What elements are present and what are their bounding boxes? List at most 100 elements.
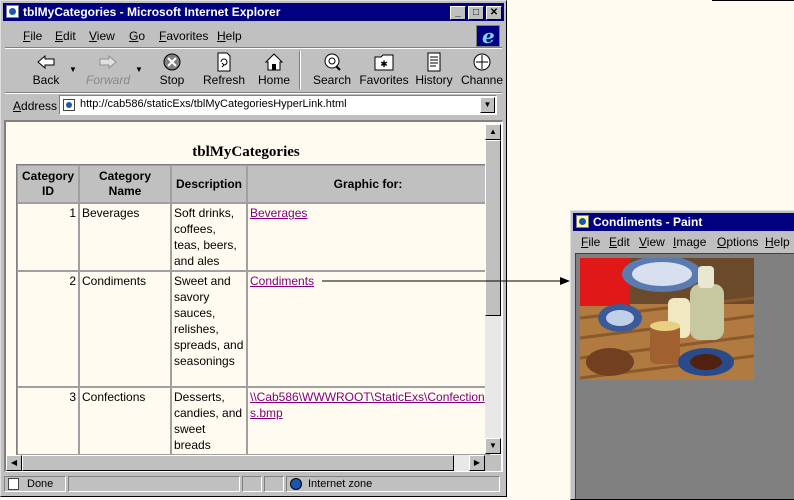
menu-help[interactable]: Help xyxy=(217,29,242,43)
search-button[interactable]: Search xyxy=(309,49,355,91)
maximize-button[interactable]: □ xyxy=(468,6,484,20)
back-arrow-icon xyxy=(36,52,56,72)
ie-logo-icon xyxy=(476,24,500,48)
refresh-button[interactable]: Refresh xyxy=(201,49,247,91)
scroll-down-button[interactable]: ▼ xyxy=(485,438,501,454)
paint-canvas-area xyxy=(575,253,794,499)
menu-file[interactable]: File xyxy=(23,29,42,43)
table-row: 3 Confections Desserts, candies, and swe… xyxy=(17,387,489,455)
vertical-scroll-thumb[interactable] xyxy=(485,140,501,316)
paint-menu-view[interactable]: View xyxy=(639,235,665,249)
horizontal-scroll-thumb[interactable] xyxy=(22,455,454,471)
row-2-graphic-cell: Condiments xyxy=(247,271,489,387)
menu-go[interactable]: Go xyxy=(129,29,145,43)
paint-menu-options[interactable]: Options xyxy=(717,235,758,249)
history-button[interactable]: History xyxy=(411,49,457,91)
channels-label: Channe xyxy=(460,73,504,87)
favorites-button[interactable]: ✱ Favorites xyxy=(359,49,409,91)
row-1-id: 1 xyxy=(17,203,79,271)
paint-title-bar[interactable]: Condiments - Paint xyxy=(573,213,794,231)
column-header-category-name: Category Name xyxy=(79,165,171,203)
row-3-graphic-cell: \\Cab586\WWWROOT\StaticExs\Confections.b… xyxy=(247,387,489,455)
table-header-row: Category ID Category Name Description Gr… xyxy=(17,165,489,203)
forward-button[interactable]: Forward xyxy=(85,49,131,91)
row-1-name: Beverages xyxy=(79,203,171,271)
paint-menu-image[interactable]: Image xyxy=(673,235,706,249)
condiments-link[interactable]: Condiments xyxy=(250,274,314,288)
page-content: tblMyCategories Category ID Category Nam… xyxy=(4,120,503,472)
row-3-description: Desserts, candies, and sweet breads xyxy=(171,387,247,455)
channels-icon xyxy=(472,52,492,72)
back-button[interactable]: Back xyxy=(23,49,69,91)
close-button[interactable]: ✕ xyxy=(486,6,502,20)
menu-edit[interactable]: Edit xyxy=(55,29,76,43)
ie-menu-bar: File Edit View Go Favorites Help xyxy=(3,23,504,47)
scroll-left-button[interactable]: ◀ xyxy=(6,455,22,471)
search-icon xyxy=(322,52,342,72)
history-icon xyxy=(424,52,444,72)
confections-link[interactable]: \\Cab586\WWWROOT\StaticExs\Confections.b… xyxy=(250,390,485,420)
status-panel-small-2 xyxy=(264,476,284,492)
status-progress-panel xyxy=(68,476,240,492)
forward-history-dropdown[interactable]: ▼ xyxy=(135,65,143,74)
zone-text: Internet zone xyxy=(308,478,373,490)
row-3-id: 3 xyxy=(17,387,79,455)
row-3-name: Confections xyxy=(79,387,171,455)
condiments-picture[interactable] xyxy=(580,258,754,380)
row-2-description: Sweet and savory sauces, relishes, sprea… xyxy=(171,271,247,387)
favorites-folder-icon: ✱ xyxy=(374,52,394,72)
status-zone-panel: Internet zone xyxy=(286,476,500,492)
paint-window: Condiments - Paint File Edit View Image … xyxy=(570,210,794,500)
ie-window-icon[interactable] xyxy=(6,5,19,18)
column-header-category-id: Category ID xyxy=(17,165,79,203)
row-2-id: 2 xyxy=(17,271,79,387)
paint-window-icon[interactable] xyxy=(576,215,589,228)
table-row: 1 Beverages Soft drinks, coffees, teas, … xyxy=(17,203,489,271)
beverages-link[interactable]: Beverages xyxy=(250,206,307,220)
paint-menu-file[interactable]: File xyxy=(581,235,600,249)
row-1-graphic-cell: Beverages xyxy=(247,203,489,271)
standard-toolbar: Back ▼ Forward ▼ Stop Refresh Home Searc… xyxy=(3,49,504,91)
stop-icon xyxy=(162,52,182,72)
stop-label: Stop xyxy=(159,73,185,87)
refresh-icon xyxy=(214,52,234,72)
page-title: tblMyCategories xyxy=(192,144,300,160)
annotation-arrow xyxy=(322,277,570,285)
address-url[interactable]: http://cab586/staticExs/tblMyCategoriesH… xyxy=(80,98,347,110)
page-icon xyxy=(63,99,75,111)
back-history-dropdown[interactable]: ▼ xyxy=(69,65,77,74)
back-label: Back xyxy=(32,73,60,87)
paint-menu-bar: File Edit View Image Options Help xyxy=(573,231,794,251)
status-text: Done xyxy=(27,478,54,490)
address-label: Address xyxy=(13,99,58,113)
ie-title-bar[interactable]: tblMyCategories - Microsoft Internet Exp… xyxy=(3,3,504,21)
ie-window-title: tblMyCategories - Microsoft Internet Exp… xyxy=(23,5,281,19)
toolbar-separator xyxy=(299,51,301,89)
horizontal-scrollbar[interactable]: ◀ ▶ xyxy=(6,455,485,471)
table-row: 2 Condiments Sweet and savory sauces, re… xyxy=(17,271,489,387)
scroll-right-button[interactable]: ▶ xyxy=(469,455,485,471)
home-button[interactable]: Home xyxy=(251,49,297,91)
menu-view[interactable]: View xyxy=(89,29,115,43)
paint-menu-edit[interactable]: Edit xyxy=(609,235,630,249)
address-input[interactable]: http://cab586/staticExs/tblMyCategoriesH… xyxy=(59,95,497,115)
forward-arrow-icon xyxy=(98,52,118,72)
address-dropdown-button[interactable]: ▼ xyxy=(480,97,495,113)
address-bar: Address http://cab586/staticExs/tblMyCat… xyxy=(3,93,504,117)
paint-window-title: Condiments - Paint xyxy=(593,215,703,229)
search-label: Search xyxy=(312,73,352,87)
paint-menu-help[interactable]: Help xyxy=(765,235,790,249)
status-text-panel: Done xyxy=(4,476,66,492)
column-header-graphic: Graphic for: xyxy=(247,165,489,203)
globe-icon xyxy=(290,478,302,490)
menu-favorites[interactable]: Favorites xyxy=(159,29,208,43)
page-done-icon xyxy=(8,478,19,490)
minimize-button[interactable]: _ xyxy=(450,6,466,20)
scroll-up-button[interactable]: ▲ xyxy=(485,124,501,140)
channels-button[interactable]: Channe xyxy=(459,49,505,91)
forward-label: Forward xyxy=(85,73,130,87)
stop-button[interactable]: Stop xyxy=(149,49,195,91)
categories-table: Category ID Category Name Description Gr… xyxy=(16,164,490,456)
home-label: Home xyxy=(257,73,290,87)
vertical-scrollbar[interactable]: ▲ ▼ xyxy=(485,124,501,454)
